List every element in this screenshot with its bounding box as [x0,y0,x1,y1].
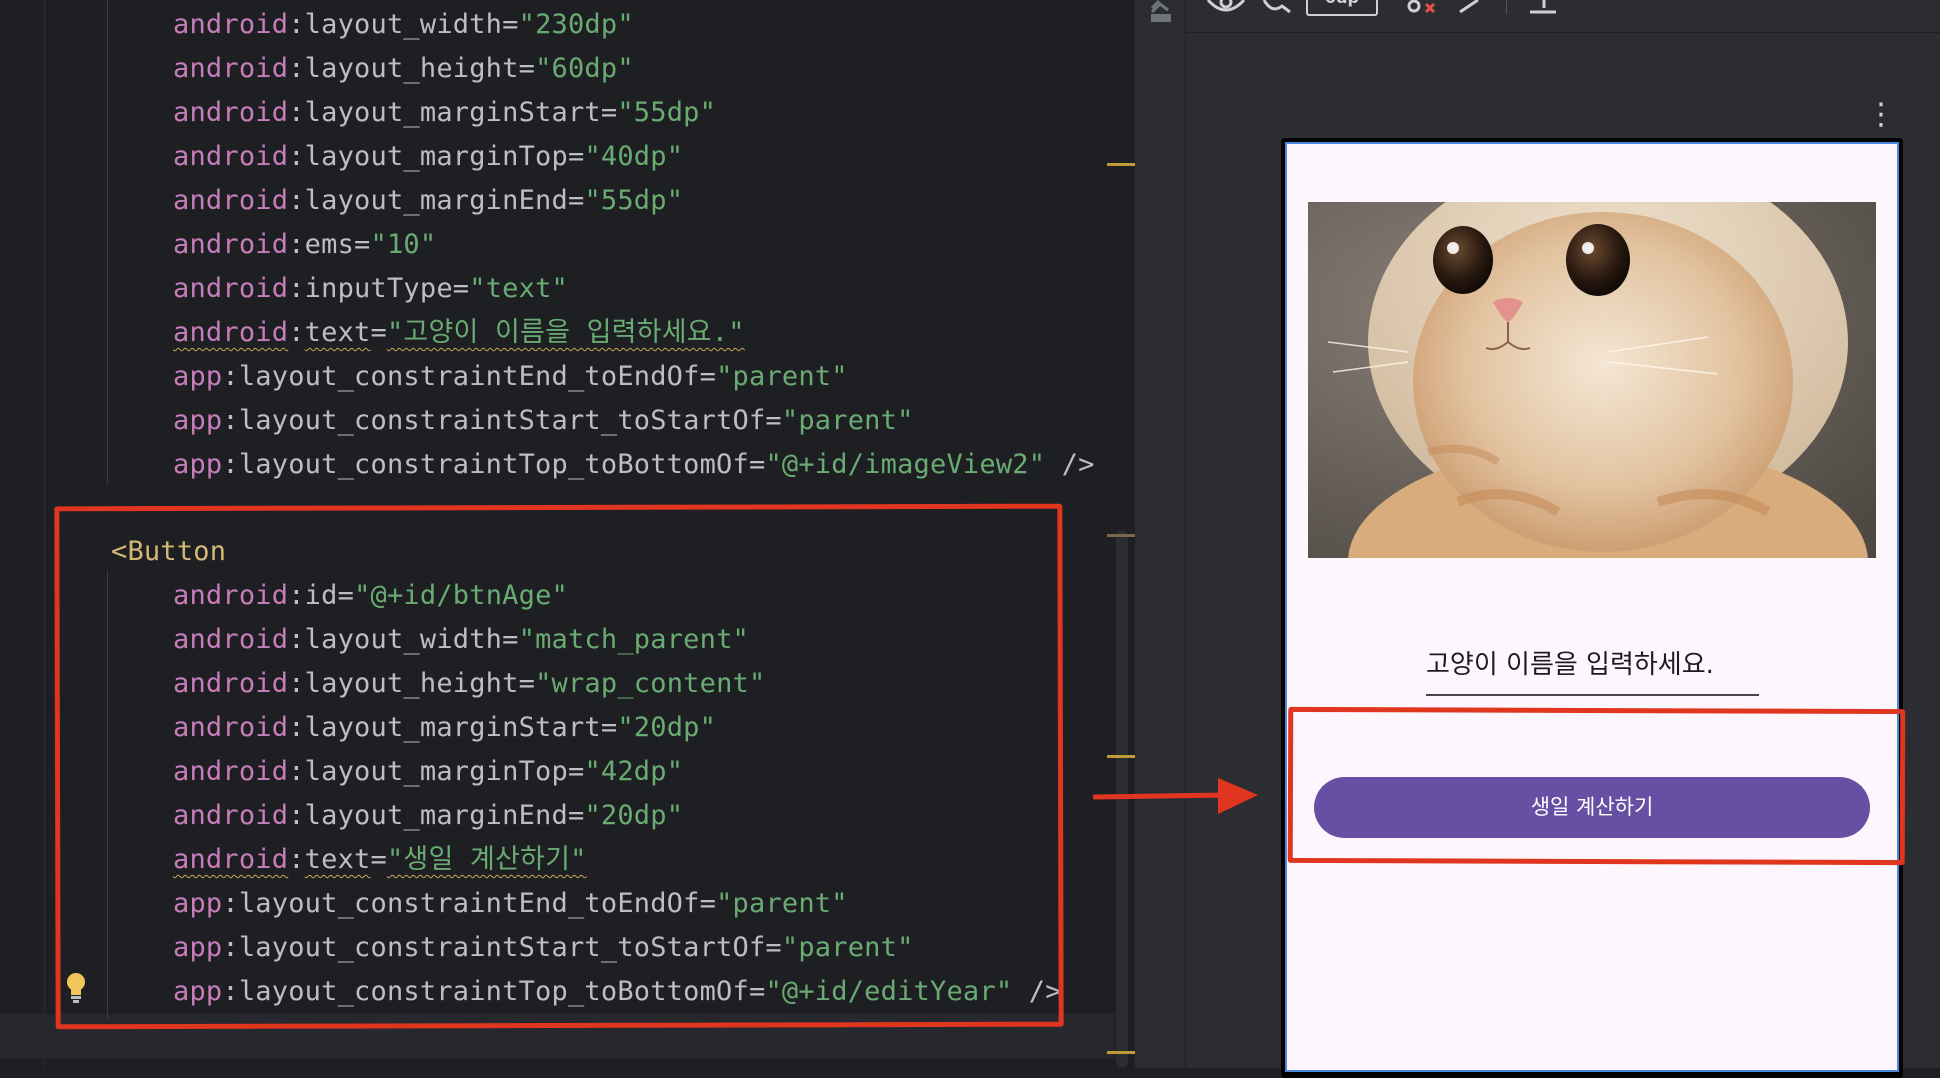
namespace-token: android [173,273,289,304]
attribute-name-token: layout_marginEnd [304,185,568,216]
attribute-name-token: layout_width [304,9,503,40]
attribute-name-token: layout_marginStart [304,97,601,128]
default-margin-label: 0dp [1325,0,1359,7]
code-line[interactable]: android:layout_marginEnd="55dp" [173,179,683,223]
lightbulb-icon[interactable] [64,970,88,1004]
namespace-token: app [173,405,223,436]
namespace-token: android [173,229,289,260]
zoom-icon[interactable] [1262,0,1292,14]
namespace-token: android [173,317,289,348]
attribute-value-token: "text" [469,273,568,304]
warning-marker[interactable] [1107,755,1135,758]
namespace-token: android [173,185,289,216]
attribute-value-token: "55dp" [584,185,684,216]
toolbar-divider [1186,32,1940,33]
code-line[interactable]: app:layout_constraintEnd_toEndOf="parent… [173,355,848,399]
attribute-value-token: "40dp" [584,141,684,172]
code-editor[interactable]: android:layout_width="230dp" android:layo… [0,0,1135,1068]
warning-marker[interactable] [1107,1051,1135,1054]
attribute-value-token: "10" [370,229,437,260]
namespace-token: android [173,97,289,128]
code-line[interactable]: android:inputType="text" [173,267,568,311]
attribute-name-token: ems [304,229,355,260]
default-margin-dropdown[interactable]: 0dp [1306,0,1378,16]
attribute-name-token: layout_constraintTop_toBottomOf [238,449,749,480]
indent-guide [107,0,108,484]
cat-image [1308,202,1876,558]
attribute-value-token: "parent" [781,405,914,436]
toolbar-separator [1506,0,1507,14]
side-tool-strip [1135,0,1186,1068]
namespace-token: android [173,53,289,84]
warning-marker[interactable] [1107,163,1135,166]
attribute-name-token: layout_height [304,53,519,84]
warning-marker[interactable] [1107,534,1135,537]
namespace-token: app [173,361,223,392]
tag-close-token: /> [1045,449,1095,480]
layers-icon[interactable] [1148,0,1174,26]
attribute-name-token: layout_constraintEnd_toEndOf [238,361,700,392]
highlight-box-code [54,503,1064,1030]
code-line[interactable]: app:layout_constraintTop_toBottomOf="@+i… [173,443,1095,487]
attribute-value-token: "@+id/imageView2" [765,449,1046,480]
code-line[interactable]: android:layout_marginStart="55dp" [173,91,716,135]
attribute-name-token: layout_constraintStart_toStartOf [238,405,766,436]
code-line[interactable]: app:layout_constraintStart_toStartOf="pa… [173,399,914,443]
namespace-token: app [173,449,223,480]
code-line[interactable]: android:layout_height="60dp" [173,47,634,91]
attribute-name-token: layout_marginTop [304,141,568,172]
cat-name-edittext[interactable]: 고양이 이름을 입력하세요. [1426,640,1759,696]
attribute-value-token: "60dp" [535,53,634,84]
code-line[interactable]: android:ems="10" [173,223,436,267]
code-line[interactable]: android:text="고양이 이름을 입력하세요." [173,311,745,355]
namespace-token: android [173,141,289,172]
attribute-value-token: "parent" [716,361,848,392]
attribute-value-token: "230dp" [518,9,634,40]
calculate-birthday-button[interactable]: 생일 계산하기 [1314,777,1870,838]
arrow-icon [1092,778,1258,814]
gutter-divider [44,0,45,1068]
more-options-icon[interactable]: ⋮ [1866,100,1896,130]
code-line[interactable]: android:layout_width="230dp" [173,3,634,47]
attribute-name-token: inputType [304,273,453,304]
namespace-token: android [173,9,289,40]
clear-constraints-icon[interactable] [1406,0,1438,14]
attribute-name-token: text [304,317,371,348]
attribute-value-token: "55dp" [617,97,717,128]
code-line[interactable]: android:layout_marginTop="40dp" [173,135,683,179]
attribute-value-token: "고양이 이름을 입력하세요." [386,317,745,348]
align-icon[interactable] [1528,0,1558,16]
infer-constraints-icon[interactable] [1458,0,1488,14]
eye-icon[interactable] [1206,0,1246,14]
